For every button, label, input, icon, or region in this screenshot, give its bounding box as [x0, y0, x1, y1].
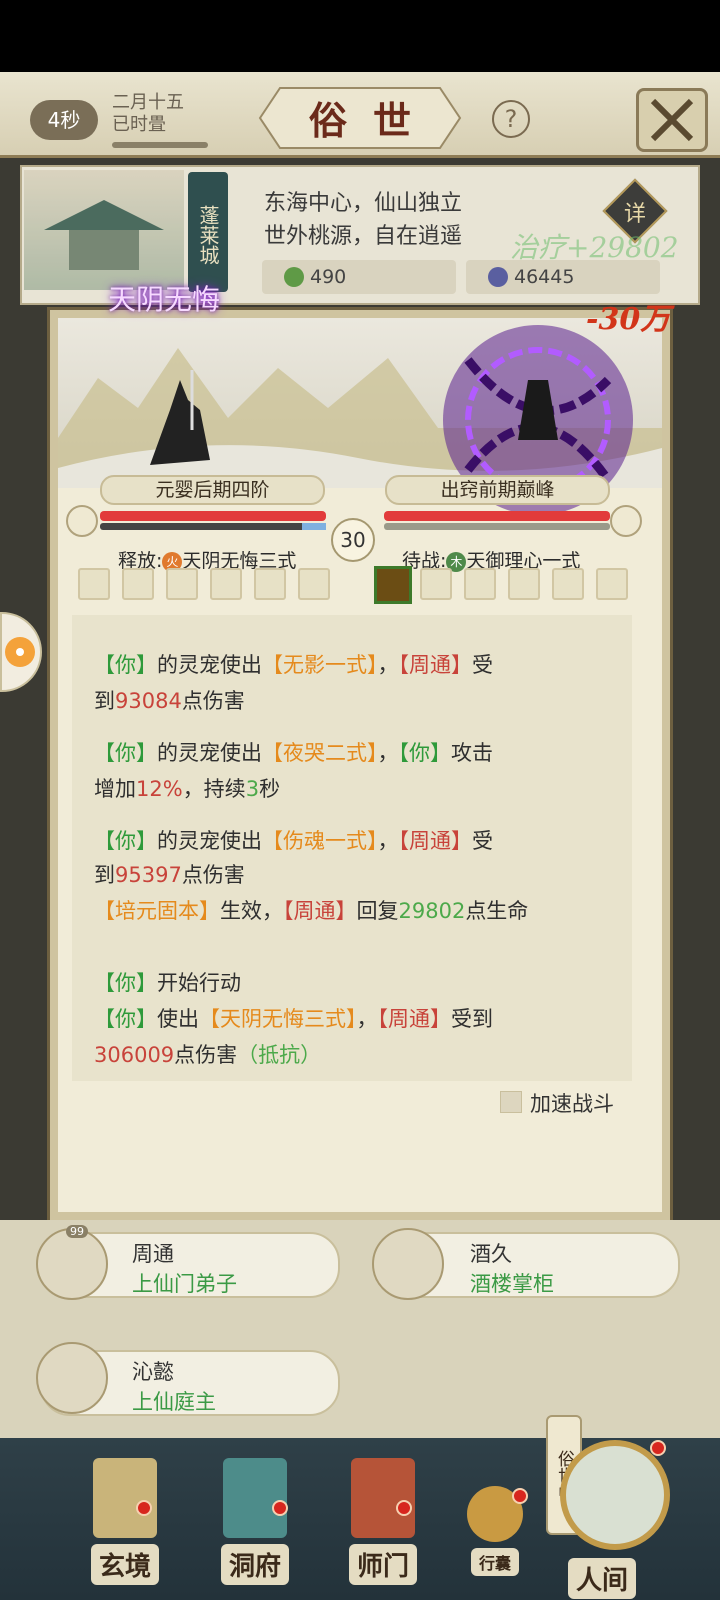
speed-battle-label[interactable]: 加速战斗	[530, 1088, 614, 1118]
skill-banner: 天阴无悔	[108, 283, 221, 316]
player-hp-bar	[100, 511, 326, 521]
nav-renjian-emblem[interactable]	[560, 1440, 670, 1550]
nav-shimen[interactable]: 师门	[328, 1452, 438, 1592]
npc-name: 酒久	[470, 1242, 512, 1266]
player-skill-slot	[210, 568, 242, 600]
chat-badge: 99	[66, 1225, 88, 1238]
speed-battle-checkbox[interactable]	[500, 1091, 522, 1113]
npc-name: 周通	[132, 1242, 174, 1266]
log-line: 到93084点伤害	[94, 689, 245, 713]
enemy-hp-bar	[384, 511, 610, 521]
log-line: 306009点伤害（抵抗）	[94, 1043, 322, 1067]
nav-renjian-label[interactable]: 人间	[568, 1558, 637, 1599]
enemy-skill-slot	[596, 568, 628, 600]
notification-dot	[136, 1500, 152, 1516]
avatar	[36, 1228, 108, 1300]
notification-dot	[396, 1500, 412, 1516]
damage-float-text: -30万	[586, 302, 671, 337]
npc-name: 沁懿	[132, 1360, 174, 1384]
notification-dot	[512, 1488, 528, 1504]
spirit-stone-icon	[284, 267, 304, 287]
log-line: 【你】的灵宠使出【夜哭二式】，【你】攻击	[94, 741, 493, 765]
close-icon	[650, 98, 694, 142]
detail-label: 详	[623, 202, 646, 227]
resource-spirit-stone: 490	[262, 260, 456, 294]
npc-role: 酒楼掌柜	[470, 1272, 554, 1296]
enemy-skill-slot	[552, 568, 584, 600]
gamepad-icon	[5, 637, 35, 667]
date-line-2: 已时畳	[112, 114, 166, 135]
player-realm: 元婴后期四阶	[100, 475, 325, 505]
notification-dot	[650, 1440, 666, 1456]
log-line: 【你】开始行动	[94, 971, 241, 995]
player-skill-slot	[78, 568, 110, 600]
log-line: 增加12%，持续3秒	[94, 777, 281, 801]
nav-xuanjing[interactable]: 玄境	[70, 1452, 180, 1592]
location-desc-2: 世外桃源，自在逍遥	[264, 224, 463, 249]
city-tag: 蓬莱城	[188, 172, 228, 292]
enemy-mp-bar	[384, 523, 610, 530]
pavilion-icon	[223, 1458, 287, 1538]
scroll-icon	[93, 1458, 157, 1538]
enemy-skill-slot	[420, 568, 452, 600]
npc-role: 上仙庭主	[132, 1390, 216, 1414]
gamepad-button[interactable]	[0, 612, 42, 692]
help-button[interactable]: ?	[492, 100, 530, 138]
enemy-skill-slot	[508, 568, 540, 600]
player-character	[140, 370, 220, 470]
spirit-orb-icon	[488, 267, 508, 287]
date-line-1: 二月十五	[112, 92, 184, 113]
npc-role: 上仙门弟子	[132, 1272, 237, 1296]
round-counter: 30	[331, 518, 375, 562]
timer-badge: 4秒	[30, 100, 98, 140]
log-line: 【你】的灵宠使出【伤魂一式】，【周通】受	[94, 829, 493, 853]
player-mp-bar	[100, 523, 326, 530]
player-skill-slot	[122, 568, 154, 600]
player-avatar-icon[interactable]	[66, 505, 98, 537]
enemy-realm: 出窍前期巅峰	[385, 475, 610, 505]
nav-dongfu[interactable]: 洞府	[200, 1452, 310, 1592]
log-line: 【培元固本】生效，【周通】回复29802点生命	[94, 899, 529, 923]
log-line: 【你】的灵宠使出【无影一式】，【周通】受	[94, 653, 493, 677]
location-image	[24, 170, 184, 290]
player-skill-slot	[298, 568, 330, 600]
heal-float-text: 治疗+29802	[510, 231, 679, 264]
game-date: 二月十五 已时畳	[112, 92, 232, 136]
location-desc-1: 东海中心，仙山独立	[264, 191, 463, 216]
notification-dot	[272, 1500, 288, 1516]
enemy-avatar-icon[interactable]	[610, 505, 642, 537]
page-title: 俗世	[308, 98, 437, 143]
enemy-buff-icon	[374, 566, 412, 604]
avatar	[372, 1228, 444, 1300]
time-progress-bar	[112, 142, 208, 148]
player-skill-slot	[166, 568, 198, 600]
banner-icon	[351, 1458, 415, 1538]
close-button[interactable]	[636, 88, 708, 152]
log-line: 到95397点伤害	[94, 863, 245, 887]
player-mp-fill	[302, 523, 326, 530]
player-skill-slot	[254, 568, 286, 600]
log-line: 【你】使出【天阴无悔三式】，【周通】受到	[94, 1007, 493, 1031]
avatar	[36, 1342, 108, 1414]
status-bar	[0, 0, 720, 72]
enemy-skill-slot	[464, 568, 496, 600]
